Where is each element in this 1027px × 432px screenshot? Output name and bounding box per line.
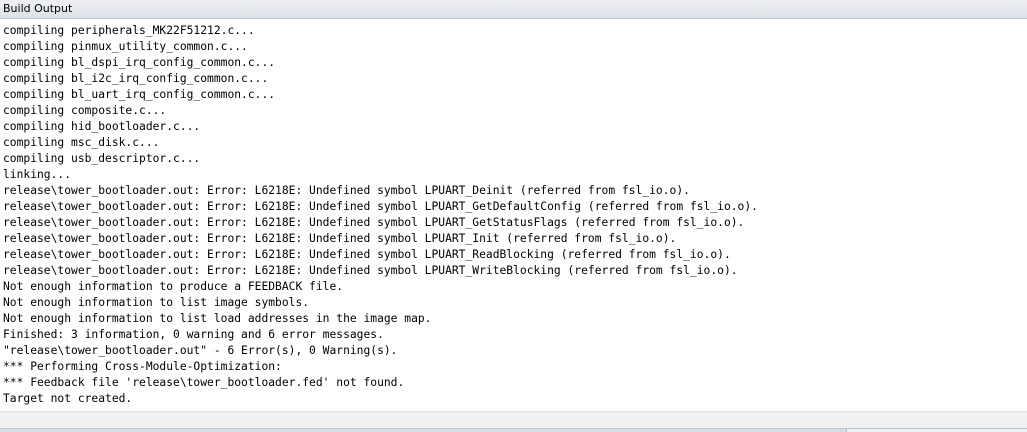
output-line: compiling pinmux_utility_common.c... xyxy=(3,40,248,53)
output-line: Finished: 3 information, 0 warning and 6… xyxy=(3,328,384,341)
output-line: Not enough information to list load addr… xyxy=(3,312,432,325)
output-line-error[interactable]: release\tower_bootloader.out: Error: L62… xyxy=(3,247,758,263)
horizontal-scrollbar[interactable] xyxy=(0,411,1027,428)
output-line: compiling bl_i2c_irq_config_common.c... xyxy=(3,72,269,85)
output-line: Not enough information to produce a FEED… xyxy=(3,280,344,293)
output-line: Not enough information to list image sym… xyxy=(3,296,310,309)
output-line: compiling bl_uart_irq_config_common.c... xyxy=(3,88,276,101)
output-line: "release\tower_bootloader.out" - 6 Error… xyxy=(3,344,398,357)
output-line: Target not created. xyxy=(3,392,133,405)
output-line-error[interactable]: release\tower_bootloader.out: Error: L62… xyxy=(3,183,758,199)
output-line: linking... xyxy=(3,168,72,181)
panel-title-bar: Build Output xyxy=(0,0,1027,19)
output-line-error[interactable]: release\tower_bootloader.out: Error: L62… xyxy=(3,231,758,247)
output-line: compiling peripherals_MK22F51212.c... xyxy=(3,24,255,37)
build-output-lines: compiling peripherals_MK22F51212.c... co… xyxy=(3,23,758,407)
output-line-error[interactable]: release\tower_bootloader.out: Error: L62… xyxy=(3,263,758,279)
output-line: compiling composite.c... xyxy=(3,104,167,117)
output-line: *** Performing Cross-Module-Optimization… xyxy=(3,360,282,373)
panel-title: Build Output xyxy=(3,2,73,15)
build-output-text-area[interactable]: compiling peripherals_MK22F51212.c... co… xyxy=(0,19,1027,411)
output-line: compiling bl_dspi_irq_config_common.c... xyxy=(3,56,276,69)
output-line-error[interactable]: release\tower_bootloader.out: Error: L62… xyxy=(3,215,758,231)
output-line: *** Feedback file 'release\tower_bootloa… xyxy=(3,376,405,389)
output-line: compiling hid_bootloader.c... xyxy=(3,120,201,133)
output-line: compiling msc_disk.c... xyxy=(3,136,160,149)
horizontal-scrollbar-track[interactable] xyxy=(0,412,1027,428)
output-line: compiling usb_descriptor.c... xyxy=(3,152,201,165)
bottom-tab[interactable] xyxy=(846,428,1027,432)
output-line-error[interactable]: release\tower_bootloader.out: Error: L62… xyxy=(3,199,758,215)
